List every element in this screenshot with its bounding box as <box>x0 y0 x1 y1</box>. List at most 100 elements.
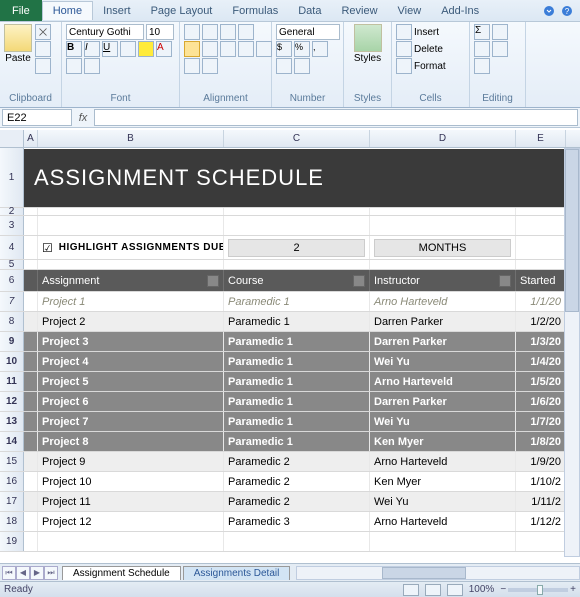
format-cells-button[interactable] <box>396 58 412 74</box>
cell[interactable] <box>24 492 38 511</box>
horizontal-scrollbar[interactable] <box>296 566 580 580</box>
sheet-tab-detail[interactable]: Assignments Detail <box>183 566 291 580</box>
tab-addins[interactable]: Add-Ins <box>431 2 489 20</box>
align-top-button[interactable] <box>184 24 200 40</box>
cell[interactable]: Darren Parker <box>370 332 516 351</box>
cell[interactable] <box>24 432 38 451</box>
view-normal-button[interactable] <box>403 584 419 596</box>
cell[interactable] <box>370 532 516 551</box>
percent-button[interactable]: % <box>294 41 310 57</box>
clear-button[interactable] <box>474 58 490 74</box>
row-header[interactable]: 12 <box>0 392 24 411</box>
cell[interactable]: Project 2 <box>38 312 224 331</box>
filter-button[interactable] <box>353 275 365 287</box>
cell[interactable]: Darren Parker <box>370 392 516 411</box>
cell[interactable]: Paramedic 1 <box>224 392 370 411</box>
cell[interactable]: Wei Yu <box>370 412 516 431</box>
cell[interactable]: 2 <box>224 236 370 259</box>
formula-input[interactable] <box>94 109 578 126</box>
cell[interactable] <box>24 512 38 531</box>
cell[interactable]: Arno Harteveld <box>370 292 516 311</box>
insert-cells-button[interactable] <box>396 24 412 40</box>
tab-home[interactable]: Home <box>42 1 93 20</box>
minimize-ribbon-icon[interactable] <box>542 4 556 18</box>
cell[interactable] <box>224 532 370 551</box>
cell[interactable] <box>24 372 38 391</box>
cell[interactable]: Arno Harteveld <box>370 452 516 471</box>
cell[interactable]: Arno Harteveld <box>370 372 516 391</box>
cell[interactable]: Wei Yu <box>370 352 516 371</box>
cell[interactable] <box>38 532 224 551</box>
cell[interactable]: Project 3 <box>38 332 224 351</box>
cell[interactable]: Project 9 <box>38 452 224 471</box>
row-header[interactable]: 9 <box>0 332 24 351</box>
cell[interactable]: Paramedic 1 <box>224 312 370 331</box>
decrease-decimal-button[interactable] <box>294 58 310 74</box>
select-all-button[interactable] <box>0 130 24 147</box>
vertical-scrollbar[interactable] <box>564 148 580 557</box>
view-pagebreak-button[interactable] <box>447 584 463 596</box>
cell[interactable]: Project 4 <box>38 352 224 371</box>
currency-button[interactable]: $ <box>276 41 292 57</box>
cell[interactable] <box>24 332 38 351</box>
cell[interactable] <box>24 292 38 311</box>
cell[interactable]: Started <box>516 270 566 291</box>
row-header[interactable]: 3 <box>0 216 24 235</box>
cell[interactable]: Project 10 <box>38 472 224 491</box>
cell[interactable] <box>24 412 38 431</box>
decrease-font-button[interactable] <box>84 58 100 74</box>
align-bottom-button[interactable] <box>220 24 236 40</box>
zoom-slider[interactable] <box>508 588 568 592</box>
row-header[interactable]: 1 <box>0 148 24 207</box>
cell[interactable]: Paramedic 2 <box>224 472 370 491</box>
cell[interactable]: Project 5 <box>38 372 224 391</box>
cell[interactable] <box>370 208 516 215</box>
cell[interactable]: Wei Yu <box>370 492 516 511</box>
cell[interactable] <box>516 236 566 259</box>
cell[interactable]: Darren Parker <box>370 312 516 331</box>
cell[interactable]: Ken Myer <box>370 432 516 451</box>
cell[interactable]: Paramedic 1 <box>224 352 370 371</box>
row-header[interactable]: 16 <box>0 472 24 491</box>
border-button[interactable] <box>120 41 136 57</box>
cell[interactable] <box>24 270 38 291</box>
col-header-d[interactable]: D <box>370 130 516 147</box>
cell[interactable]: Project 6 <box>38 392 224 411</box>
cell[interactable]: Project 11 <box>38 492 224 511</box>
tab-nav-next[interactable]: ▶ <box>30 566 44 580</box>
tab-nav-first[interactable]: ⏮ <box>2 566 16 580</box>
cell[interactable]: Paramedic 3 <box>224 512 370 531</box>
cell[interactable] <box>370 260 516 269</box>
fx-icon[interactable]: fx <box>74 108 92 127</box>
cell[interactable]: Project 8 <box>38 432 224 451</box>
align-center-button[interactable] <box>202 41 218 57</box>
col-header-b[interactable]: B <box>38 130 224 147</box>
tab-insert[interactable]: Insert <box>93 2 141 20</box>
cell[interactable] <box>38 260 224 269</box>
cell[interactable]: 1/9/20 <box>516 452 566 471</box>
increase-font-button[interactable] <box>66 58 82 74</box>
cell[interactable] <box>516 208 566 215</box>
cell[interactable]: MONTHS <box>370 236 516 259</box>
row-header[interactable]: 13 <box>0 412 24 431</box>
tab-nav-last[interactable]: ⏭ <box>44 566 58 580</box>
merge-button[interactable] <box>202 58 218 74</box>
filter-button[interactable] <box>207 275 219 287</box>
delete-cells-button[interactable] <box>396 41 412 57</box>
cell[interactable] <box>24 312 38 331</box>
cell[interactable]: Arno Harteveld <box>370 512 516 531</box>
bold-button[interactable]: B <box>66 41 82 57</box>
tab-view[interactable]: View <box>388 2 432 20</box>
cell[interactable]: 1/8/20 <box>516 432 566 451</box>
comma-button[interactable]: , <box>312 41 328 57</box>
row-header[interactable]: 7 <box>0 292 24 311</box>
zoom-handle[interactable] <box>537 585 543 595</box>
zoom-out-button[interactable]: − <box>500 584 506 595</box>
cell[interactable]: 1/1/20 <box>516 292 566 311</box>
cell[interactable]: Paramedic 1 <box>224 332 370 351</box>
cell[interactable]: Paramedic 1 <box>224 292 370 311</box>
cell[interactable] <box>38 216 224 235</box>
cell[interactable] <box>24 260 38 269</box>
tab-nav-prev[interactable]: ◀ <box>16 566 30 580</box>
row-header[interactable]: 5 <box>0 260 24 269</box>
